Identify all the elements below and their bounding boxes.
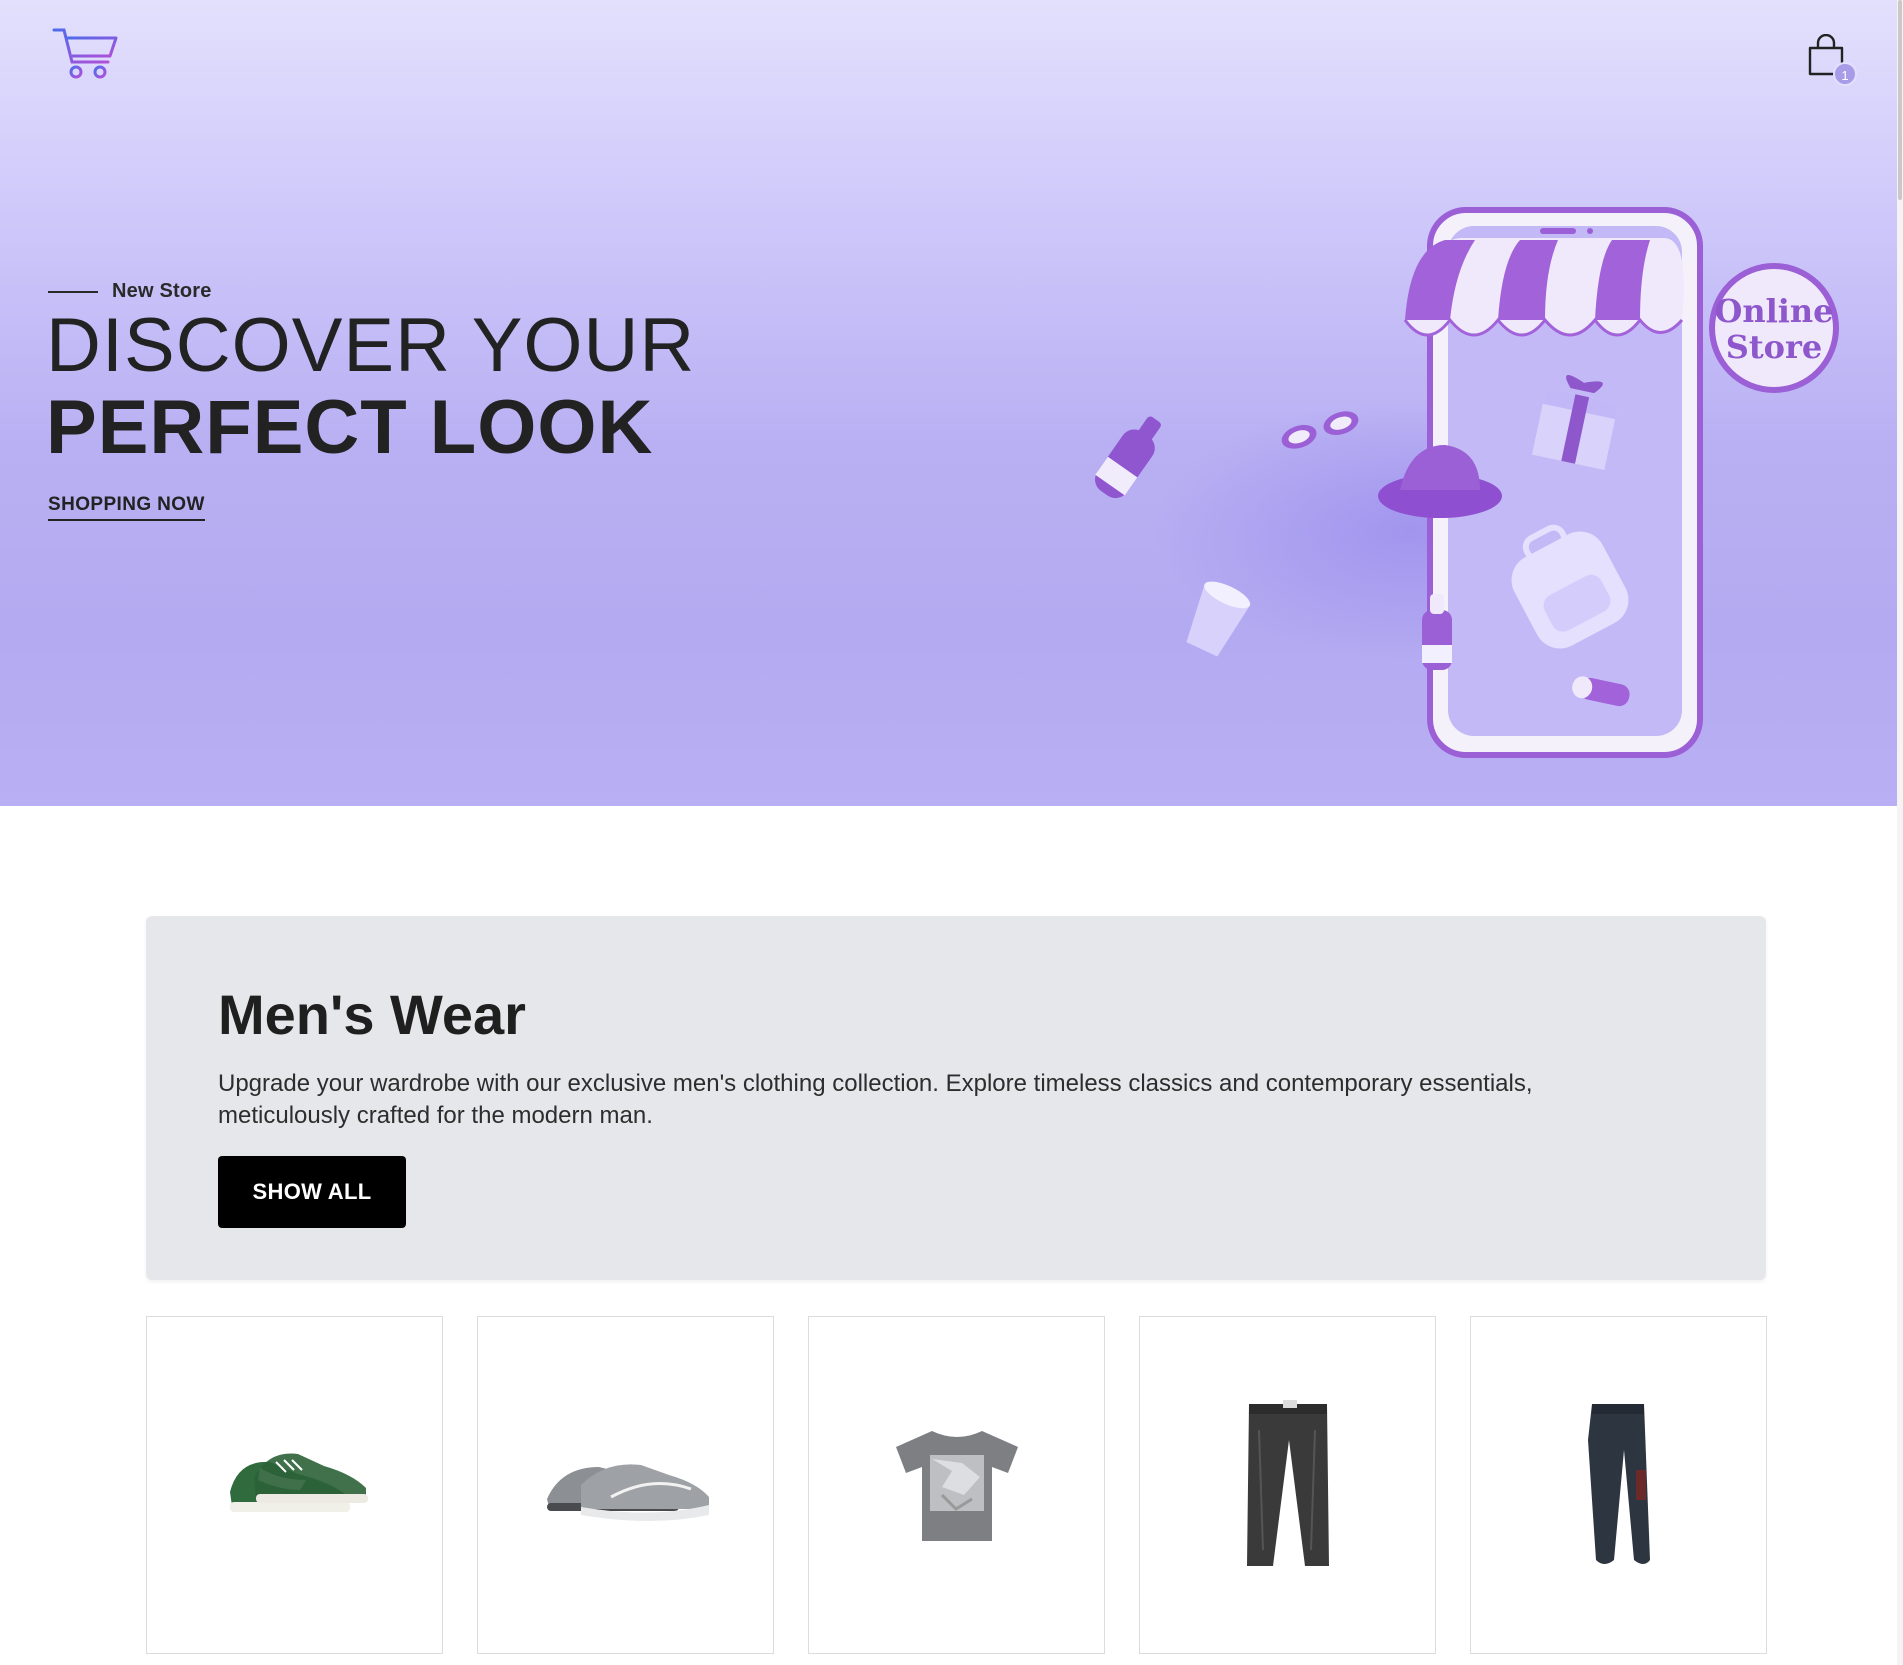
- eyebrow-rule: [48, 290, 98, 293]
- show-all-button[interactable]: SHOW ALL: [218, 1156, 406, 1228]
- mens-wear-category: Men's Wear Upgrade your wardrobe with ou…: [146, 916, 1766, 1280]
- shopping-now-link[interactable]: SHOPPING NOW: [48, 494, 205, 521]
- eyebrow-label: New Store: [112, 280, 212, 302]
- product-grid: [146, 1316, 1767, 1654]
- product-card[interactable]: [1470, 1316, 1767, 1654]
- green-sneakers-image: [229, 1453, 368, 1512]
- sign-line2: Store: [1726, 328, 1822, 366]
- shopping-cart-logo-icon[interactable]: [52, 26, 120, 84]
- dark-wash-jeans-image: [1246, 1400, 1329, 1566]
- cart-count-badge: 1: [1833, 62, 1857, 86]
- page-scrollbar[interactable]: [1897, 0, 1903, 1665]
- online-store-illustration: Online Store: [1095, 207, 1839, 758]
- product-card[interactable]: [146, 1316, 443, 1654]
- dark-track-pants-image: [1587, 1404, 1650, 1564]
- category-description: Upgrade your wardrobe with our exclusive…: [218, 1070, 1533, 1129]
- hero-title: DISCOVER YOUR PERFECT LOOK: [46, 308, 695, 466]
- hero-eyebrow: New Store: [48, 280, 212, 303]
- hero-title-line2: PERFECT LOOK: [46, 385, 654, 470]
- category-title: Men's Wear: [218, 983, 526, 1046]
- hero-banner: 1 New Store DISCOVER YOUR PERFECT LOOK S…: [0, 0, 1897, 806]
- hero-title-line1: DISCOVER YOUR: [46, 303, 696, 388]
- grey-running-shoes-image: [546, 1464, 709, 1521]
- product-card[interactable]: [477, 1316, 774, 1654]
- product-card[interactable]: [808, 1316, 1105, 1654]
- grey-graphic-tshirt-image: [895, 1431, 1018, 1541]
- scrollbar-thumb[interactable]: [1898, 0, 1902, 200]
- sign-line1: Online: [1714, 292, 1833, 330]
- product-card[interactable]: [1139, 1316, 1436, 1654]
